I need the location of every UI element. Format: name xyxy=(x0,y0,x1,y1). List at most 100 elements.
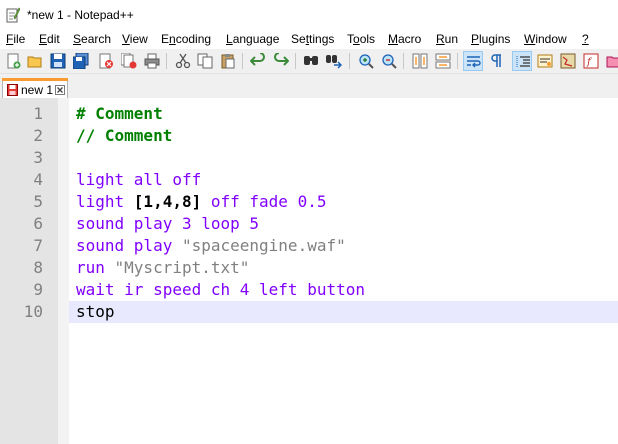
toolbar-separator xyxy=(403,53,404,69)
menu-window[interactable]: Window xyxy=(524,32,567,46)
show-all-chars-icon xyxy=(491,54,501,67)
folder-as-workspace-button[interactable] xyxy=(604,51,618,71)
line-number: 3 xyxy=(33,148,43,167)
code-token-keyword: light xyxy=(76,192,134,211)
menu-search[interactable]: Search xyxy=(73,32,111,46)
indent-guide-icon xyxy=(516,56,530,68)
sync-horizontal-icon xyxy=(435,53,451,69)
replace-button[interactable] xyxy=(324,51,344,71)
find-button[interactable] xyxy=(301,51,321,71)
save-icon xyxy=(50,53,66,69)
code-token-string: "Myscript.txt" xyxy=(114,258,250,277)
paste-icon xyxy=(221,54,235,69)
line-number: 2 xyxy=(33,126,43,145)
tab-new-1[interactable]: new 1 xyxy=(2,78,68,98)
new-file-button[interactable] xyxy=(3,51,23,71)
zoom-in-icon xyxy=(359,54,374,69)
code-token-keyword: wait ir speed ch 4 left button xyxy=(76,280,365,299)
paste-button[interactable] xyxy=(218,51,238,71)
menu-edit[interactable]: Edit xyxy=(39,32,60,46)
menu-bar: File Edit Search View Encoding Language Settin… xyxy=(0,30,618,49)
save-all-icon xyxy=(73,53,89,69)
code-line[interactable]: light [1,4,8] off fade 0.5 xyxy=(76,191,326,213)
print-button[interactable] xyxy=(142,51,162,71)
menu-settings[interactable]: Settings xyxy=(291,32,334,46)
zoom-in-button[interactable] xyxy=(356,51,376,71)
unsaved-document-icon xyxy=(7,84,18,96)
line-number: 9 xyxy=(33,280,43,299)
code-line[interactable]: stop xyxy=(76,301,115,323)
code-line[interactable]: sound play "spaceengine.waf" xyxy=(76,235,346,257)
line-number: 10 xyxy=(23,302,43,321)
line-number: 8 xyxy=(33,258,43,277)
zoom-out-button[interactable] xyxy=(379,51,399,71)
code-token-keyword: light all off xyxy=(76,170,202,189)
code-line[interactable]: sound play 3 loop 5 xyxy=(76,213,259,235)
menu-encoding[interactable]: Encoding xyxy=(161,32,211,46)
save-button[interactable] xyxy=(48,51,68,71)
code-token-plain: stop xyxy=(76,302,115,321)
menu-plugins[interactable]: Plugins xyxy=(471,32,510,46)
sync-vertical-icon xyxy=(412,53,428,69)
show-all-chars-button[interactable] xyxy=(486,51,506,71)
redo-button[interactable] xyxy=(271,51,291,71)
code-token-bracket: [1,4,8] xyxy=(133,192,202,211)
menu-macro[interactable]: Macro xyxy=(388,32,421,46)
user-defined-language-button[interactable] xyxy=(535,51,555,71)
menu-file[interactable]: File xyxy=(6,32,25,46)
code-line[interactable]: wait ir speed ch 4 left button xyxy=(76,279,365,301)
copy-icon xyxy=(197,53,213,69)
sync-vertical-button[interactable] xyxy=(410,51,430,71)
folder-as-workspace-icon xyxy=(606,56,618,68)
undo-icon xyxy=(250,53,265,66)
menu-language[interactable]: Language xyxy=(226,32,279,46)
document-map-icon xyxy=(560,53,576,69)
tab-close-icon[interactable] xyxy=(55,85,65,95)
close-all-icon xyxy=(121,53,137,69)
notepadpp-app-icon xyxy=(6,7,20,23)
code-line[interactable]: // Comment xyxy=(76,125,172,147)
save-all-button[interactable] xyxy=(71,51,91,71)
code-line[interactable]: # Comment xyxy=(76,103,163,125)
document-tab-bar: new 1 xyxy=(0,74,618,98)
function-list-icon: f xyxy=(583,53,599,69)
new-file-icon xyxy=(7,53,21,69)
editor-area[interactable]: 1 2 3 4 5 6 7 8 9 10 # Comment // Comment light all… xyxy=(0,98,618,444)
cut-button[interactable] xyxy=(173,51,193,71)
open-file-button[interactable] xyxy=(25,51,45,71)
code-token-string: "spaceengine.waf" xyxy=(181,236,346,255)
line-number: 6 xyxy=(33,214,43,233)
line-number: 7 xyxy=(33,236,43,255)
find-icon xyxy=(304,56,318,65)
code-token-keyword: sound play 3 loop 5 xyxy=(76,214,260,233)
replace-icon xyxy=(326,55,342,69)
redo-icon xyxy=(274,53,289,66)
menu-view[interactable]: View xyxy=(122,32,148,46)
close-all-button[interactable] xyxy=(119,51,139,71)
close-icon xyxy=(99,53,113,69)
word-wrap-icon xyxy=(467,56,481,68)
document-map-button[interactable] xyxy=(558,51,578,71)
sync-horizontal-button[interactable] xyxy=(433,51,453,71)
code-token-keyword: off fade 0.5 xyxy=(201,192,327,211)
word-wrap-button[interactable] xyxy=(463,51,483,71)
code-line[interactable]: light all off xyxy=(76,169,201,191)
fold-margin[interactable] xyxy=(58,98,69,444)
user-defined-language-icon xyxy=(537,54,553,68)
indent-guide-button[interactable] xyxy=(512,51,532,71)
menu-tools[interactable]: Tools xyxy=(347,32,375,46)
title-bar: *new 1 - Notepad++ xyxy=(0,0,618,30)
toolbar-separator xyxy=(349,53,350,69)
menu-run[interactable]: Run xyxy=(436,32,458,46)
toolbar-separator xyxy=(242,53,243,69)
function-list-button[interactable]: f xyxy=(581,51,601,71)
caret-line-highlight xyxy=(69,301,618,323)
code-line[interactable]: run "Myscript.txt" xyxy=(76,257,249,279)
toolbar-separator xyxy=(295,53,296,69)
copy-button[interactable] xyxy=(195,51,215,71)
menu-help[interactable]: ? xyxy=(582,32,589,46)
line-number: 5 xyxy=(33,192,43,211)
close-button[interactable] xyxy=(96,51,116,71)
undo-button[interactable] xyxy=(248,51,268,71)
active-tab-indicator xyxy=(2,78,68,81)
